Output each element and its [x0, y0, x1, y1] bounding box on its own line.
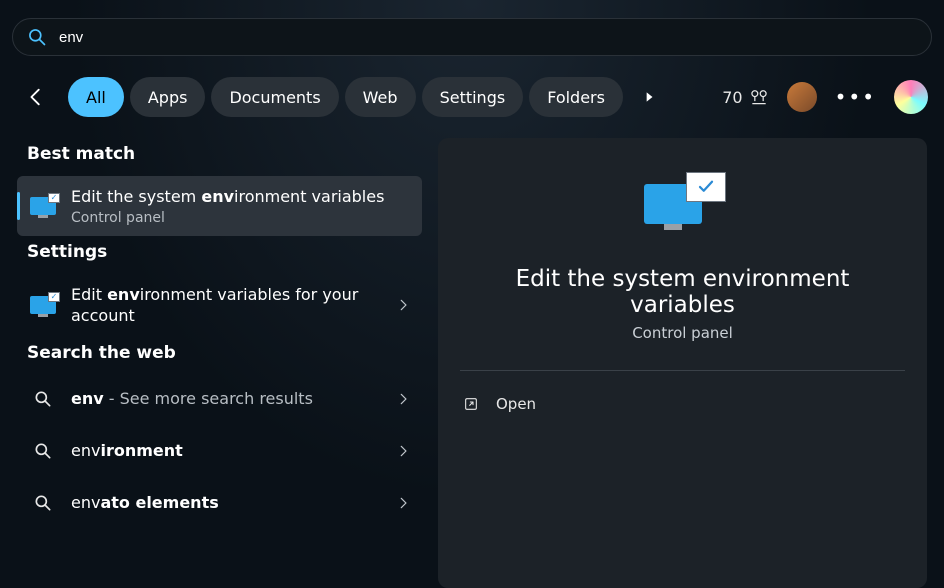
chevron-right-icon: [396, 496, 410, 510]
open-icon: [462, 395, 480, 413]
filter-tab-settings[interactable]: Settings: [422, 77, 524, 117]
control-panel-icon: ✓: [29, 291, 57, 319]
rewards-points[interactable]: 70: [722, 87, 768, 107]
result-subtitle: Control panel: [71, 210, 410, 226]
filter-tab-web[interactable]: Web: [345, 77, 416, 117]
search-icon: [29, 437, 57, 465]
filter-row: All Apps Documents Web Settings Folders …: [16, 76, 928, 118]
detail-subtitle: Control panel: [632, 324, 733, 342]
divider: [460, 370, 905, 371]
control-panel-icon: ✓: [29, 192, 57, 220]
back-button[interactable]: [16, 77, 56, 117]
section-web: Search the web: [27, 343, 412, 363]
section-settings: Settings: [27, 242, 412, 262]
detail-title: Edit the system environment variables: [460, 266, 905, 318]
web-result[interactable]: envato elements: [17, 479, 422, 527]
results-pane: Best match ✓ Edit the system environment…: [17, 138, 422, 588]
result-title: envato elements: [71, 492, 396, 514]
header-right: 70 •••: [722, 80, 928, 114]
filter-tabs: All Apps Documents Web Settings Folders …: [68, 77, 628, 117]
open-label: Open: [496, 395, 536, 413]
chevron-right-icon: [396, 298, 410, 312]
chevron-right-icon: [396, 392, 410, 406]
filter-tab-documents[interactable]: Documents: [211, 77, 338, 117]
user-avatar[interactable]: [787, 82, 817, 112]
search-icon: [29, 489, 57, 517]
search-icon: [29, 385, 57, 413]
result-title: environment: [71, 440, 396, 462]
content: Best match ✓ Edit the system environment…: [17, 138, 927, 588]
copilot-icon[interactable]: [894, 80, 928, 114]
web-result[interactable]: environment: [17, 427, 422, 475]
filter-tab-folders[interactable]: Folders: [529, 77, 623, 117]
result-title: Edit the system environment variables: [71, 186, 410, 208]
web-result[interactable]: env - See more search results: [17, 375, 422, 423]
filter-tab-all[interactable]: All: [68, 77, 124, 117]
section-best-match: Best match: [27, 144, 412, 164]
detail-app-icon: [644, 176, 722, 244]
points-value: 70: [722, 88, 742, 107]
open-action[interactable]: Open: [460, 389, 905, 419]
more-button[interactable]: •••: [835, 85, 876, 109]
detail-pane: Edit the system environment variables Co…: [438, 138, 927, 588]
filter-tab-apps[interactable]: Apps: [130, 77, 206, 117]
result-title: Edit environment variables for your acco…: [71, 284, 396, 327]
search-input[interactable]: [59, 29, 917, 46]
settings-result[interactable]: ✓ Edit environment variables for your ac…: [17, 274, 422, 337]
result-title: env - See more search results: [71, 388, 396, 410]
chevron-right-icon: [396, 444, 410, 458]
best-match-result[interactable]: ✓ Edit the system environment variables …: [17, 176, 422, 236]
filter-scroll-right[interactable]: [634, 77, 664, 117]
rewards-icon: [749, 87, 769, 107]
search-icon: [27, 27, 47, 47]
search-bar[interactable]: [12, 18, 932, 56]
